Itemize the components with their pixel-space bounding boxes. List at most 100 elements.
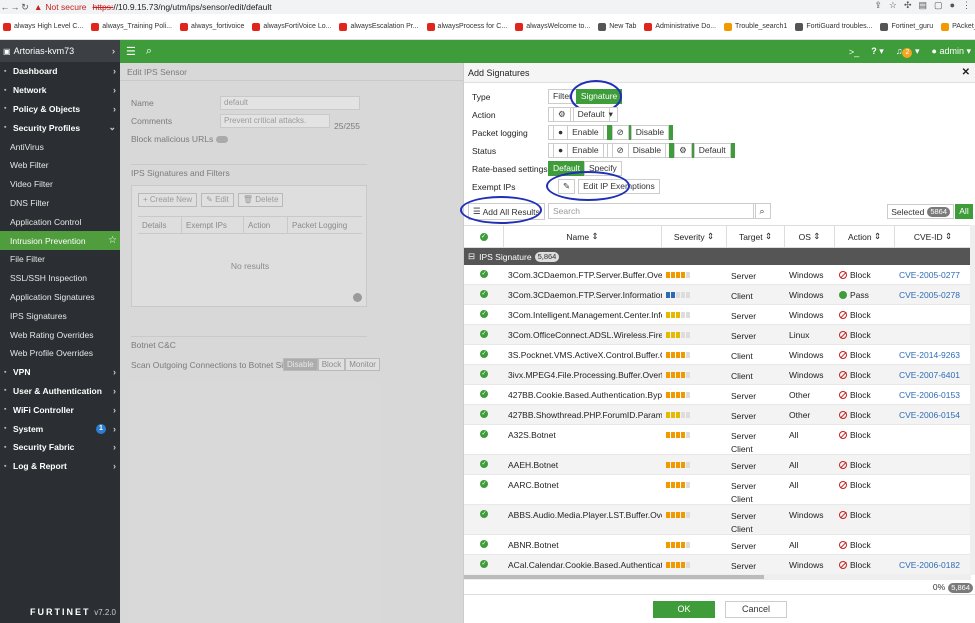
user-menu[interactable]: ● admin ▾	[932, 46, 972, 57]
col-name[interactable]: Name ⇕	[504, 226, 662, 247]
bookmark-item[interactable]: alwaysProcess for C...	[426, 22, 507, 31]
cve-link[interactable]	[895, 535, 971, 554]
signature-name[interactable]: AARC.Botnet	[504, 475, 662, 504]
bookmark-item[interactable]: New Tab	[598, 22, 636, 31]
side-panel-icon[interactable]: ▢	[934, 0, 943, 11]
col-os[interactable]: OS ⇕	[785, 226, 835, 247]
signature-name[interactable]: 3Com.3CDaemon.FTP.Server.Buffer.Overfl..…	[504, 265, 662, 284]
all-button[interactable]: All	[955, 204, 973, 219]
sidebar-item-network[interactable]: ▪ Network ›	[0, 81, 120, 100]
device-selector[interactable]: ▣ Artorias-kvm73 ›	[0, 40, 120, 62]
collapse-icon[interactable]: ⊟	[468, 251, 475, 262]
cve-link[interactable]: CVE-2014-9263	[895, 345, 971, 364]
sidebar-item-file-filter[interactable]: File Filter	[0, 250, 120, 269]
help-button[interactable]: ? ▾	[871, 46, 884, 57]
group-row[interactable]: ⊟ IPS Signature 5,864	[464, 248, 971, 265]
packet-logging-enable-option[interactable]: ● Enable	[548, 125, 608, 140]
status-default-option[interactable]: ⚙ Default	[669, 143, 735, 158]
bookmark-item[interactable]: always_fortivoice	[180, 22, 244, 31]
sidebar-item-dns-filter[interactable]: DNS Filter	[0, 194, 120, 213]
sidebar-item-application-signatures[interactable]: Application Signatures	[0, 288, 120, 307]
url-text[interactable]: https://10.9.15.73/ng/utm/ips/sensor/edi…	[93, 2, 272, 12]
address-bar[interactable]: ← → ↻ ▲ Not secure https://10.9.15.73/ng…	[0, 0, 975, 14]
col-cve-id[interactable]: CVE-ID ⇕	[895, 226, 971, 247]
sidebar-item-video-filter[interactable]: Video Filter	[0, 175, 120, 194]
bookmark-item[interactable]: PAcket_sniffer	[941, 22, 975, 31]
signature-name[interactable]: ABBS.Audio.Media.Player.LST.Buffer.Overf…	[504, 505, 662, 534]
more-icon[interactable]: ⋮	[962, 0, 971, 11]
sidebar-item-web-profile-overrides[interactable]: Web Profile Overrides	[0, 344, 120, 363]
sidebar-item-wifi-controller[interactable]: ▪ WiFi Controller ›	[0, 400, 120, 419]
table-row[interactable]: ✓ AARC.Botnet Server Client All Block	[464, 475, 971, 505]
reading-list-icon[interactable]: ▤	[919, 0, 928, 11]
sidebar-item-ssl-ssh-inspection[interactable]: SSL/SSH Inspection	[0, 269, 120, 288]
notifications-button[interactable]: ♫ 2 ▾	[896, 46, 920, 58]
bookmark-item[interactable]: always High Level C...	[3, 22, 83, 31]
bookmark-item[interactable]: always_Training Poli...	[91, 22, 172, 31]
signature-name[interactable]: 3ivx.MPEG4.File.Processing.Buffer.Overfl…	[504, 365, 662, 384]
sidebar-item-security-fabric[interactable]: ▪ Security Fabric ›	[0, 438, 120, 457]
bookmark-item[interactable]: alwaysWelcome to...	[515, 22, 590, 31]
table-row[interactable]: ✓ AAEH.Botnet Server All Block	[464, 455, 971, 475]
signature-name[interactable]: 3Com.3CDaemon.FTP.Server.Information.D..…	[504, 285, 662, 304]
sidebar-item-dashboard[interactable]: ▪ Dashboard ›	[0, 62, 120, 81]
bookmark-item[interactable]: FortiGuard troubles...	[795, 22, 872, 31]
cancel-button[interactable]: Cancel	[725, 600, 787, 618]
table-row[interactable]: ✓ 427BB.Showthread.PHP.ForumID.Paramet...…	[464, 405, 971, 425]
cve-link[interactable]: CVE-2005-0278	[895, 285, 971, 304]
sidebar-item-intrusion-prevention[interactable]: Intrusion Prevention ☆	[0, 231, 120, 250]
selected-count-button[interactable]: Selected 5864	[887, 204, 954, 219]
not-secure-warning-icon[interactable]: ▲	[34, 2, 42, 12]
signature-name[interactable]: 3Com.Intelligent.Management.Center.Infor…	[504, 305, 662, 324]
table-row[interactable]: ✓ 427BB.Cookie.Based.Authentication.Bypas…	[464, 385, 971, 405]
vertical-scrollbar[interactable]	[970, 225, 975, 575]
cve-link[interactable]	[895, 305, 971, 324]
signature-name[interactable]: AAEH.Botnet	[504, 455, 662, 474]
forward-icon[interactable]: →	[10, 2, 20, 12]
table-row[interactable]: ✓ 3S.Pocknet.VMS.ActiveX.Control.Buffer.O…	[464, 345, 971, 365]
table-row[interactable]: ✓ ACal.Calendar.Cookie.Based.Authenticati…	[464, 555, 971, 575]
col-target[interactable]: Target ⇕	[727, 226, 785, 247]
status-enable-option[interactable]: ● Enable	[548, 143, 608, 158]
sidebar-item-security-profiles[interactable]: ▪ Security Profiles ⌄	[0, 118, 120, 137]
cve-link[interactable]: CVE-2006-0154	[895, 405, 971, 424]
sidebar-item-system[interactable]: ▪ System 1 ›	[0, 419, 120, 438]
close-icon[interactable]: ✕	[962, 67, 970, 78]
reload-icon[interactable]: ↻	[20, 2, 30, 13]
bookmark-star-icon[interactable]: ☆	[889, 0, 897, 11]
search-icon[interactable]: ⌕	[146, 45, 152, 58]
status-disable-option[interactable]: ⊘ Disable	[606, 143, 671, 158]
cli-console-button[interactable]: >_	[849, 47, 859, 57]
cve-link[interactable]	[895, 505, 971, 534]
cve-link[interactable]: CVE-2006-0153	[895, 385, 971, 404]
table-row[interactable]: ✓ A32S.Botnet Server Client All Block	[464, 425, 971, 455]
table-row[interactable]: ✓ 3Com.OfficeConnect.ADSL.Wireless.Firew.…	[464, 325, 971, 345]
bookmark-item[interactable]: Fortinet_guru	[880, 22, 933, 31]
signature-name[interactable]: ACal.Calendar.Cookie.Based.Authenticatio…	[504, 555, 662, 574]
cve-link[interactable]: CVE-2005-0277	[895, 265, 971, 284]
header-status-icon[interactable]: ✓	[464, 226, 504, 247]
cve-link[interactable]: CVE-2007-6401	[895, 365, 971, 384]
sidebar-item-vpn[interactable]: ▪ VPN ›	[0, 363, 120, 382]
action-dropdown[interactable]: ⚙ Default ▾	[548, 107, 618, 122]
signature-name[interactable]: 427BB.Showthread.PHP.ForumID.Paramet...	[504, 405, 662, 424]
table-row[interactable]: ✓ 3Com.3CDaemon.FTP.Server.Information.D.…	[464, 285, 971, 305]
cve-link[interactable]	[895, 425, 971, 454]
search-input[interactable]: Search	[548, 203, 756, 219]
cve-link[interactable]	[895, 325, 971, 344]
action-dropdown-value[interactable]: ⚙ Default ▾	[548, 107, 618, 122]
bookmark-item[interactable]: Administrative Do...	[644, 22, 716, 31]
table-row[interactable]: ✓ 3ivx.MPEG4.File.Processing.Buffer.Overf…	[464, 365, 971, 385]
search-icon[interactable]: ⌕	[753, 203, 771, 219]
sidebar-item-policy-objects[interactable]: ▪ Policy & Objects ›	[0, 100, 120, 119]
favorite-star-icon[interactable]: ☆	[108, 235, 117, 246]
cve-link[interactable]	[895, 455, 971, 474]
packet-logging-disable-option[interactable]: ⊘ Disable	[606, 125, 674, 140]
profile-icon[interactable]: ●	[950, 0, 955, 11]
hamburger-menu-icon[interactable]: ☰	[126, 45, 136, 58]
sidebar-item-web-rating-overrides[interactable]: Web Rating Overrides	[0, 325, 120, 344]
col-action[interactable]: Action ⇕	[835, 226, 895, 247]
back-icon[interactable]: ←	[0, 2, 10, 12]
sidebar-item-log-report[interactable]: ▪ Log & Report ›	[0, 457, 120, 476]
sidebar-item-web-filter[interactable]: Web Filter	[0, 156, 120, 175]
